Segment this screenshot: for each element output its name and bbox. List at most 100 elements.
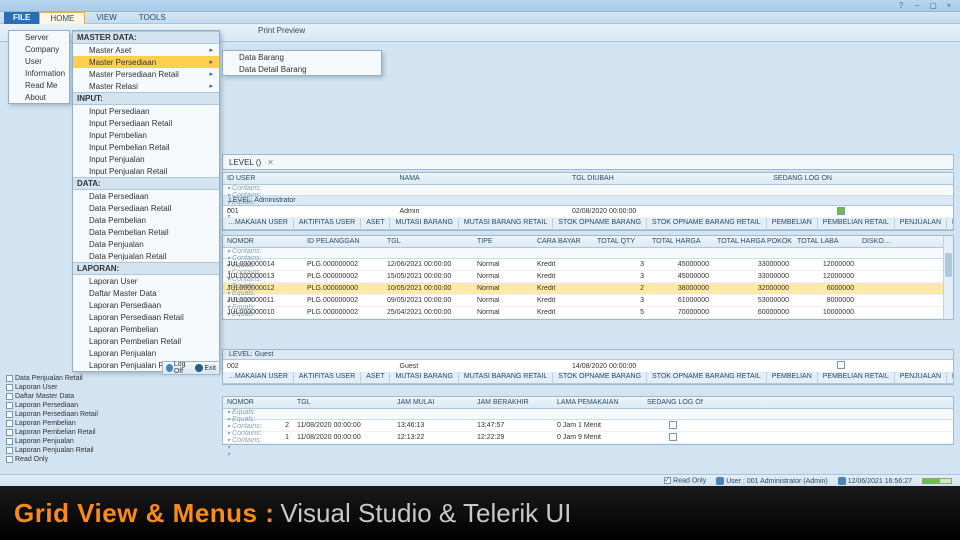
video-caption: Grid View & Menus : Visual Studio & Tele… [0, 486, 960, 540]
detail-tab[interactable]: PEMBELIAN [767, 372, 818, 383]
detail-tab[interactable]: MUTASI BARANG [390, 218, 458, 229]
tree-node[interactable]: Laporan Pembelian [4, 419, 100, 428]
chevron-right-icon: ▸ [209, 82, 213, 90]
subsubmenu-item[interactable]: Data Barang [223, 51, 381, 63]
minimize-button[interactable]: − [910, 0, 924, 10]
level-filter-box[interactable]: LEVEL () ✕ [222, 154, 954, 170]
detail-tab[interactable]: ASET [361, 372, 390, 383]
tree-node[interactable]: Data Penjualan Retail [4, 374, 100, 383]
submenu-item[interactable]: Data Penjualan Retail [73, 250, 219, 262]
submenu-item[interactable]: Laporan Pembelian [73, 323, 219, 335]
submenu-item[interactable]: Input Persediaan [73, 105, 219, 117]
detail-tab[interactable]: STOK OPNAME BARANG [553, 372, 647, 383]
submenu-item[interactable]: Laporan Persediaan Retail [73, 311, 219, 323]
file-menu-item[interactable]: About [9, 91, 69, 103]
close-button[interactable]: × [942, 0, 956, 10]
submenu-item[interactable]: Data Pembelian [73, 214, 219, 226]
detail-tab[interactable]: ASET [361, 218, 390, 229]
checkbox-icon[interactable] [6, 375, 13, 382]
checkbox-icon[interactable] [6, 438, 13, 445]
checkbox-icon[interactable] [6, 456, 13, 463]
detail-tab[interactable]: …MAKAIAN USER [223, 372, 294, 383]
tree-node[interactable]: Laporan Penjualan [4, 437, 100, 446]
detail-tab[interactable]: PENJUALAN [895, 372, 947, 383]
file-menu-item[interactable]: User [9, 55, 69, 67]
submenu-item[interactable]: Input Penjualan [73, 153, 219, 165]
checkbox-icon[interactable] [6, 411, 13, 418]
checkbox-icon[interactable] [6, 447, 13, 454]
tree-node[interactable]: Laporan Pembelian Retail [4, 428, 100, 437]
detail-tab[interactable]: AKTIFITAS USER [294, 372, 361, 383]
submenu-item[interactable]: Laporan User [73, 275, 219, 287]
table-row[interactable]: 111/08/2020 00:00:0012:13:2212:22:290 Ja… [223, 432, 953, 444]
submenu-item[interactable]: Daftar Master Data [73, 287, 219, 299]
help-button[interactable]: ? [894, 0, 908, 10]
group-admin[interactable]: LEVEL: Administrator [223, 196, 953, 206]
detail-tab[interactable]: MUTASI BARANG [390, 372, 458, 383]
detail-tab[interactable]: PEMBELIAN [767, 218, 818, 229]
detail-tab[interactable]: MUTASI BARANG RETAIL [459, 218, 553, 229]
tree-node[interactable]: Laporan User [4, 383, 100, 392]
submenu-item[interactable]: Laporan Persediaan [73, 299, 219, 311]
submenu-item[interactable]: Data Penjualan [73, 238, 219, 250]
detail-tab[interactable]: PENJUALAN RETAIL [947, 372, 953, 383]
ribbon-print-preview[interactable]: Print Preview [258, 26, 305, 35]
logoff-button[interactable]: Log Off [166, 361, 193, 375]
tree-node[interactable]: Daftar Master Data [4, 392, 100, 401]
level-clear-icon[interactable]: ✕ [267, 158, 274, 167]
submenu-item[interactable]: Input Persediaan Retail [73, 117, 219, 129]
transactions-grid: NOMORID PELANGGANTGLTIPECARA BAYARTOTAL … [222, 235, 954, 320]
tab-file[interactable]: FILE [4, 11, 39, 24]
submenu-item[interactable]: Master Relasi▸ [73, 80, 219, 92]
tab-tools[interactable]: TOOLS [128, 11, 177, 24]
tab-view[interactable]: VIEW [85, 11, 127, 24]
submenu-item[interactable]: Data Pembelian Retail [73, 226, 219, 238]
tree-node[interactable]: Laporan Penjualan Retail [4, 446, 100, 455]
detail-tab[interactable]: MUTASI BARANG RETAIL [459, 372, 553, 383]
tab-home[interactable]: HOME [39, 12, 85, 24]
submenu-item[interactable]: Input Pembelian [73, 129, 219, 141]
submenu-item[interactable]: Master Persediaan Retail▸ [73, 68, 219, 80]
exit-button[interactable]: Exit [195, 364, 216, 372]
detail-tab[interactable]: PEMBELIAN RETAIL [818, 218, 895, 229]
detail-tab[interactable]: STOK OPNAME BARANG RETAIL [647, 218, 767, 229]
detail-tab[interactable]: PEMBELIAN RETAIL [818, 372, 895, 383]
detail-tab[interactable]: AKTIFITAS USER [294, 218, 361, 229]
table-row[interactable]: JUL000000012PLG.00000000010/05/2021 00:0… [223, 283, 953, 295]
maximize-button[interactable]: ▢ [926, 0, 940, 10]
file-menu-item[interactable]: Company [9, 43, 69, 55]
checkbox-icon[interactable] [6, 393, 13, 400]
tree-node[interactable]: Read Only [4, 455, 100, 464]
file-menu-item[interactable]: Server [9, 31, 69, 43]
submenu-item[interactable]: Master Aset▸ [73, 44, 219, 56]
file-menu-item[interactable]: Read Me [9, 79, 69, 91]
file-menu-item[interactable]: Information [9, 67, 69, 79]
submenu-item[interactable]: Data Persediaan Retail [73, 202, 219, 214]
checkbox-icon[interactable] [6, 384, 13, 391]
table-row[interactable]: JUL000000010PLG.00000000225/04/2021 00:0… [223, 307, 953, 319]
vertical-scrollbar[interactable] [943, 236, 953, 319]
checkbox-icon[interactable] [6, 429, 13, 436]
checkbox-icon[interactable] [6, 402, 13, 409]
submenu-item[interactable]: Laporan Pembelian Retail [73, 335, 219, 347]
checkbox-icon[interactable] [6, 420, 13, 427]
tree-node[interactable]: Laporan Persediaan [4, 401, 100, 410]
submenu-item[interactable]: Laporan Penjualan [73, 347, 219, 359]
detail-tab[interactable]: STOK OPNAME BARANG [553, 218, 647, 229]
tree-node[interactable]: Laporan Persediaan Retail [4, 410, 100, 419]
detail-tab[interactable]: PENJUALAN RETAIL [947, 218, 953, 229]
subsubmenu-item[interactable]: Data Detail Barang [223, 63, 381, 75]
submenu-item[interactable]: Input Penjualan Retail [73, 165, 219, 177]
submenu-item[interactable]: Input Pembelian Retail [73, 141, 219, 153]
submenu-item[interactable]: Data Persediaan [73, 190, 219, 202]
table-row[interactable]: 211/08/2020 00:00:0013:46:1313:47:570 Ja… [223, 420, 953, 432]
submenu-item[interactable]: Master Persediaan▸ [73, 56, 219, 68]
detail-tab[interactable]: …MAKAIAN USER [223, 218, 294, 229]
table-row[interactable]: JUL000000014PLG.00000000212/06/2021 00:0… [223, 259, 953, 271]
group-guest[interactable]: LEVEL: Guest [223, 350, 953, 360]
caption-title: Grid View & Menus : [14, 498, 274, 529]
table-row[interactable]: JUL000000011PLG.00000000209/05/2021 00:0… [223, 295, 953, 307]
table-row[interactable]: JUL000000013PLG.00000000215/05/2021 00:0… [223, 271, 953, 283]
detail-tab[interactable]: PENJUALAN [895, 218, 947, 229]
detail-tab[interactable]: STOK OPNAME BARANG RETAIL [647, 372, 767, 383]
